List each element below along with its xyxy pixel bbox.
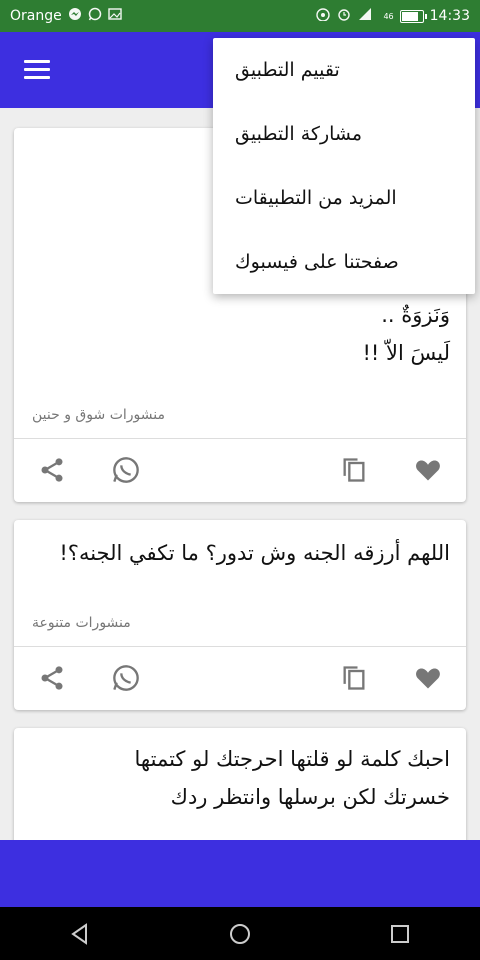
system-nav-bar — [0, 907, 480, 960]
menu-item-share-app[interactable]: مشاركة التطبيق — [213, 102, 475, 166]
post-category: منشورات شوق و حنين — [32, 407, 165, 423]
card-actions — [14, 646, 466, 710]
heart-icon[interactable] — [412, 454, 444, 486]
carrier-label: Orange — [10, 8, 62, 24]
copy-icon[interactable] — [338, 454, 370, 486]
menu-item-label: صفحتنا على فيسبوك — [235, 251, 399, 273]
home-icon[interactable] — [220, 914, 260, 954]
post-line: خسرتك لكن برسلها وانتظر ردك — [170, 785, 450, 809]
signal-icon — [357, 7, 377, 25]
alarm-icon — [337, 7, 351, 25]
status-bar-left: Orange — [10, 7, 122, 25]
post-text: احبك كلمة لو قلتها احرجتك لو كتمتها خسرت… — [14, 740, 466, 816]
bottom-bar — [0, 840, 480, 907]
back-icon[interactable] — [60, 914, 100, 954]
menu-item-label: المزيد من التطبيقات — [235, 187, 397, 209]
copy-icon[interactable] — [338, 662, 370, 694]
menu-item-label: مشاركة التطبيق — [235, 123, 363, 145]
status-bar-right: 46 14:33 — [315, 7, 470, 25]
share-icon[interactable] — [36, 454, 68, 486]
post-line: احبك كلمة لو قلتها احرجتك لو كتمتها — [134, 747, 450, 771]
whatsapp-share-icon[interactable] — [110, 454, 142, 486]
menu-hamburger-icon[interactable] — [24, 60, 50, 80]
heart-icon[interactable] — [412, 662, 444, 694]
post-line: وَنَزوَةٌ .. — [381, 303, 450, 327]
whatsapp-icon — [88, 7, 102, 25]
clock: 14:33 — [429, 8, 470, 24]
image-icon — [108, 7, 122, 25]
post-card: اللهم أرزقه الجنه وش تدور؟ ما تكفي الجنه… — [14, 520, 466, 710]
post-line: اللهم أرزقه الجنه وش تدور؟ ما تكفي الجنه… — [59, 541, 450, 565]
card-actions — [14, 438, 466, 502]
menu-item-facebook-page[interactable]: صفحتنا على فيسبوك — [213, 230, 475, 294]
menu-item-label: تقييم التطبيق — [235, 59, 340, 81]
post-line: لَيسَ الاّ !! — [362, 341, 450, 365]
post-category: منشورات متنوعة — [32, 615, 131, 631]
menu-item-more-apps[interactable]: المزيد من التطبيقات — [213, 166, 475, 230]
overflow-menu: تقييم التطبيق مشاركة التطبيق المزيد من ا… — [213, 38, 475, 294]
signal-label: 46 — [383, 11, 394, 21]
recents-icon[interactable] — [380, 914, 420, 954]
wifi-icon — [315, 7, 331, 25]
messenger-icon — [68, 7, 82, 25]
whatsapp-share-icon[interactable] — [110, 662, 142, 694]
menu-item-rate-app[interactable]: تقييم التطبيق — [213, 38, 475, 102]
post-text: اللهم أرزقه الجنه وش تدور؟ ما تكفي الجنه… — [14, 534, 466, 572]
battery-icon — [399, 9, 427, 23]
status-bar: Orange 46 14:33 — [0, 0, 480, 32]
share-icon[interactable] — [36, 662, 68, 694]
